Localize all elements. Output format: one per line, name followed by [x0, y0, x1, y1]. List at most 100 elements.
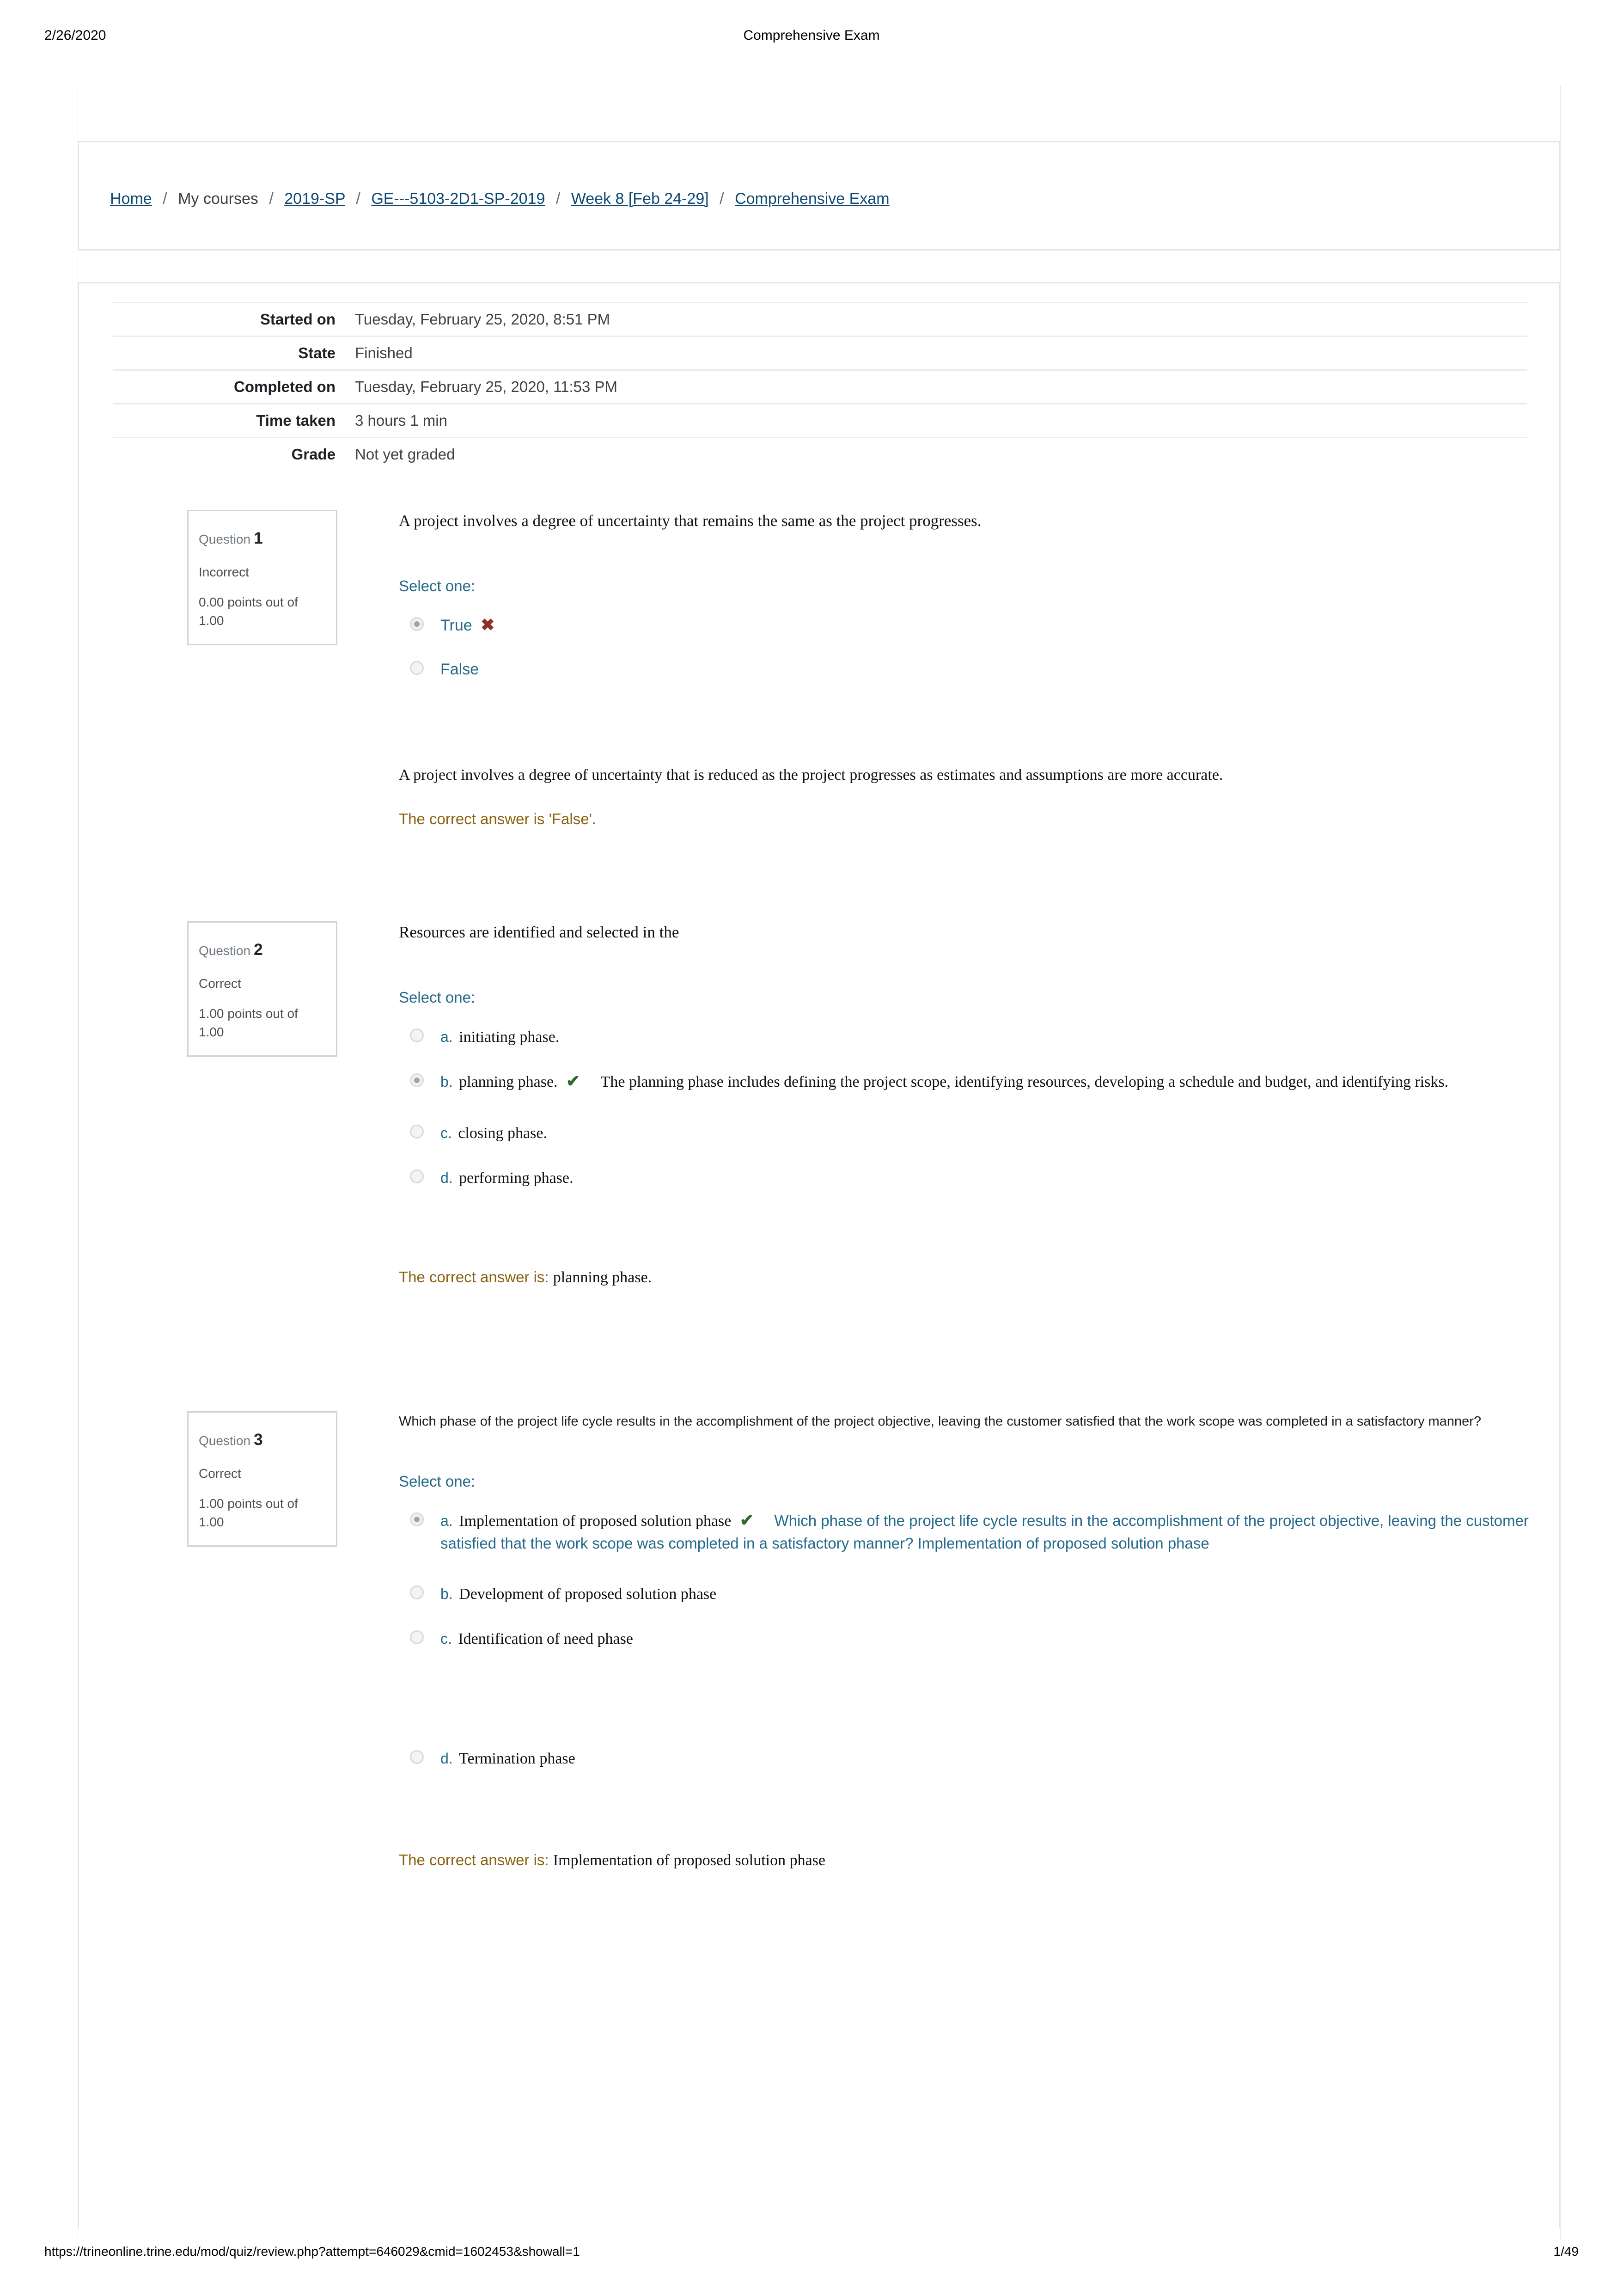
breadcrumb-item-my-courses: My courses [178, 190, 258, 208]
option-text: Identification of need phase [458, 1630, 633, 1648]
print-footer-page: 1/49 [1553, 2244, 1579, 2259]
radio-icon[interactable] [410, 1630, 424, 1645]
radio-icon[interactable] [410, 1125, 424, 1139]
question-number-label-2: Question 2 [199, 938, 326, 961]
question-word: Question [199, 532, 251, 546]
radio-icon[interactable] [410, 1169, 424, 1184]
question-grade-3: 1.00 points out of 1.00 [199, 1496, 298, 1530]
breadcrumb-item-exam[interactable]: Comprehensive Exam [735, 190, 889, 208]
option-letter: b. [440, 1585, 453, 1602]
summary-val-grade: Not yet graded [355, 437, 1527, 471]
question-stem-3: Which phase of the project life cycle re… [399, 1414, 1482, 1429]
summary-key-started-on: Started on [113, 302, 355, 337]
question-grade-2: 1.00 points out of 1.00 [199, 1006, 298, 1040]
summary-key-completed-on: Completed on [113, 369, 355, 404]
option-letter: c. [440, 1125, 452, 1142]
option-letter: c. [440, 1630, 452, 1647]
option-2-a[interactable]: a. initiating phase. [399, 1026, 1563, 1048]
question-state-2: Correct [199, 976, 241, 991]
radio-icon[interactable] [410, 1512, 424, 1526]
option-1-true[interactable]: True ✖ [399, 614, 1563, 637]
check-icon: ✔ [739, 1510, 754, 1530]
option-2-d[interactable]: d. performing phase. [399, 1167, 1563, 1189]
print-footer-url: https://trineonline.trine.edu/mod/quiz/r… [44, 2244, 580, 2259]
breadcrumb-separator-4: / [720, 190, 724, 208]
breadcrumb-card: Home / My courses / 2019-SP / GE---5103-… [78, 141, 1560, 251]
quiz-review-card: Started on Tuesday, February 25, 2020, 8… [78, 282, 1560, 2228]
option-text: performing phase. [459, 1169, 574, 1187]
radio-icon[interactable] [410, 1028, 424, 1042]
breadcrumb-separator-0: / [163, 190, 167, 208]
question-stem-1: A project involves a degree of uncertain… [399, 512, 982, 530]
question-word: Question [199, 943, 251, 958]
correct-answer-label: The correct answer is: [399, 1268, 549, 1286]
question-info-1: Question 1 Incorrect 0.00 points out of 1… [187, 510, 337, 645]
check-icon: ✔ [566, 1071, 580, 1090]
breadcrumb-separator-2: / [356, 190, 360, 208]
summary-key-state: State [113, 336, 355, 370]
breadcrumb-separator-3: / [555, 190, 561, 208]
option-text: closing phase. [458, 1125, 547, 1142]
option-3-a[interactable]: a. Implementation of proposed solution p… [399, 1510, 1563, 1555]
summary-val-completed-on: Tuesday, February 25, 2020, 11:53 PM [355, 369, 1527, 404]
print-header: 2/26/2020 Comprehensive Exam [0, 28, 1623, 46]
option-text: planning phase. [459, 1073, 558, 1090]
option-2-c[interactable]: c. closing phase. [399, 1122, 1563, 1145]
breadcrumb-item-2019-sp[interactable]: 2019-SP [284, 190, 345, 208]
table-row: Started on Tuesday, February 25, 2020, 8… [113, 302, 1527, 337]
cross-icon: ✖ [481, 615, 495, 634]
question-info-3: Question 3 Correct 1.00 points out of 1.0… [187, 1411, 337, 1547]
option-letter: a. [440, 1512, 453, 1529]
select-one-label-2: Select one: [399, 988, 476, 1006]
option-1-false[interactable]: False [399, 658, 1563, 681]
question-number-2: 2 [254, 941, 263, 959]
option-text: Termination phase [459, 1750, 575, 1768]
summary-val-state: Finished [355, 336, 1527, 370]
summary-key-time-taken: Time taken [113, 403, 355, 438]
breadcrumb-item-week[interactable]: Week 8 [Feb 24-29] [571, 190, 709, 208]
question-number-1: 1 [254, 529, 263, 547]
option-letter: b. [440, 1073, 453, 1090]
question-body-3: Which phase of the project life cycle re… [399, 1411, 1563, 1869]
correct-answer-2: The correct answer is: planning phase. [399, 1268, 1563, 1286]
question-body-2: Resources are identified and selected in… [399, 921, 1563, 1286]
summary-key-grade: Grade [113, 437, 355, 471]
breadcrumb-item-home[interactable]: Home [110, 190, 152, 208]
print-title: Comprehensive Exam [743, 28, 880, 43]
option-3-b[interactable]: b. Development of proposed solution phas… [399, 1583, 1563, 1605]
option-feedback: The planning phase includes defining the… [600, 1073, 1449, 1090]
summary-val-time-taken: 3 hours 1 min [355, 403, 1527, 438]
attempt-summary-table: Started on Tuesday, February 25, 2020, 8… [113, 302, 1527, 471]
question-word: Question [199, 1433, 251, 1448]
radio-icon[interactable] [410, 617, 424, 631]
option-text: initiating phase. [459, 1028, 560, 1046]
question-number-label-1: Question 1 [199, 527, 326, 550]
question-number-3: 3 [254, 1431, 263, 1449]
option-text: False [440, 660, 479, 678]
print-footer: https://trineonline.trine.edu/mod/quiz/r… [0, 2244, 1623, 2265]
question-info-2: Question 2 Correct 1.00 points out of 1.0… [187, 921, 337, 1057]
correct-answer-label: The correct answer is 'False'. [399, 810, 597, 827]
breadcrumb-item-course[interactable]: GE---5103-2D1-SP-2019 [371, 190, 545, 208]
table-row: Grade Not yet graded [113, 437, 1527, 471]
option-3-c[interactable]: c. Identification of need phase [399, 1628, 1563, 1650]
breadcrumb-separator-1: / [269, 190, 274, 208]
correct-answer-3: The correct answer is: Implementation of… [399, 1851, 1563, 1869]
breadcrumb: Home / My courses / 2019-SP / GE---5103-… [110, 191, 890, 207]
option-3-d[interactable]: d. Termination phase [399, 1747, 1563, 1770]
radio-icon[interactable] [410, 1750, 424, 1764]
option-text: True [440, 616, 472, 634]
option-text: Implementation of proposed solution phas… [459, 1512, 732, 1530]
correct-answer-value: Implementation of proposed solution phas… [553, 1851, 826, 1869]
option-2-b[interactable]: b. planning phase. ✔ The planning phase … [399, 1071, 1563, 1093]
table-row: Completed on Tuesday, February 25, 2020,… [113, 369, 1527, 404]
radio-icon[interactable] [410, 661, 424, 675]
question-body-1: A project involves a degree of uncertain… [399, 510, 1563, 828]
radio-icon[interactable] [410, 1073, 424, 1087]
correct-answer-value: planning phase. [553, 1268, 652, 1286]
correct-answer-1: The correct answer is 'False'. [399, 810, 1563, 828]
question-state-3: Correct [199, 1466, 241, 1481]
general-feedback-1: A project involves a degree of uncertain… [399, 766, 1223, 784]
correct-answer-label: The correct answer is: [399, 1851, 549, 1868]
radio-icon[interactable] [410, 1585, 424, 1599]
